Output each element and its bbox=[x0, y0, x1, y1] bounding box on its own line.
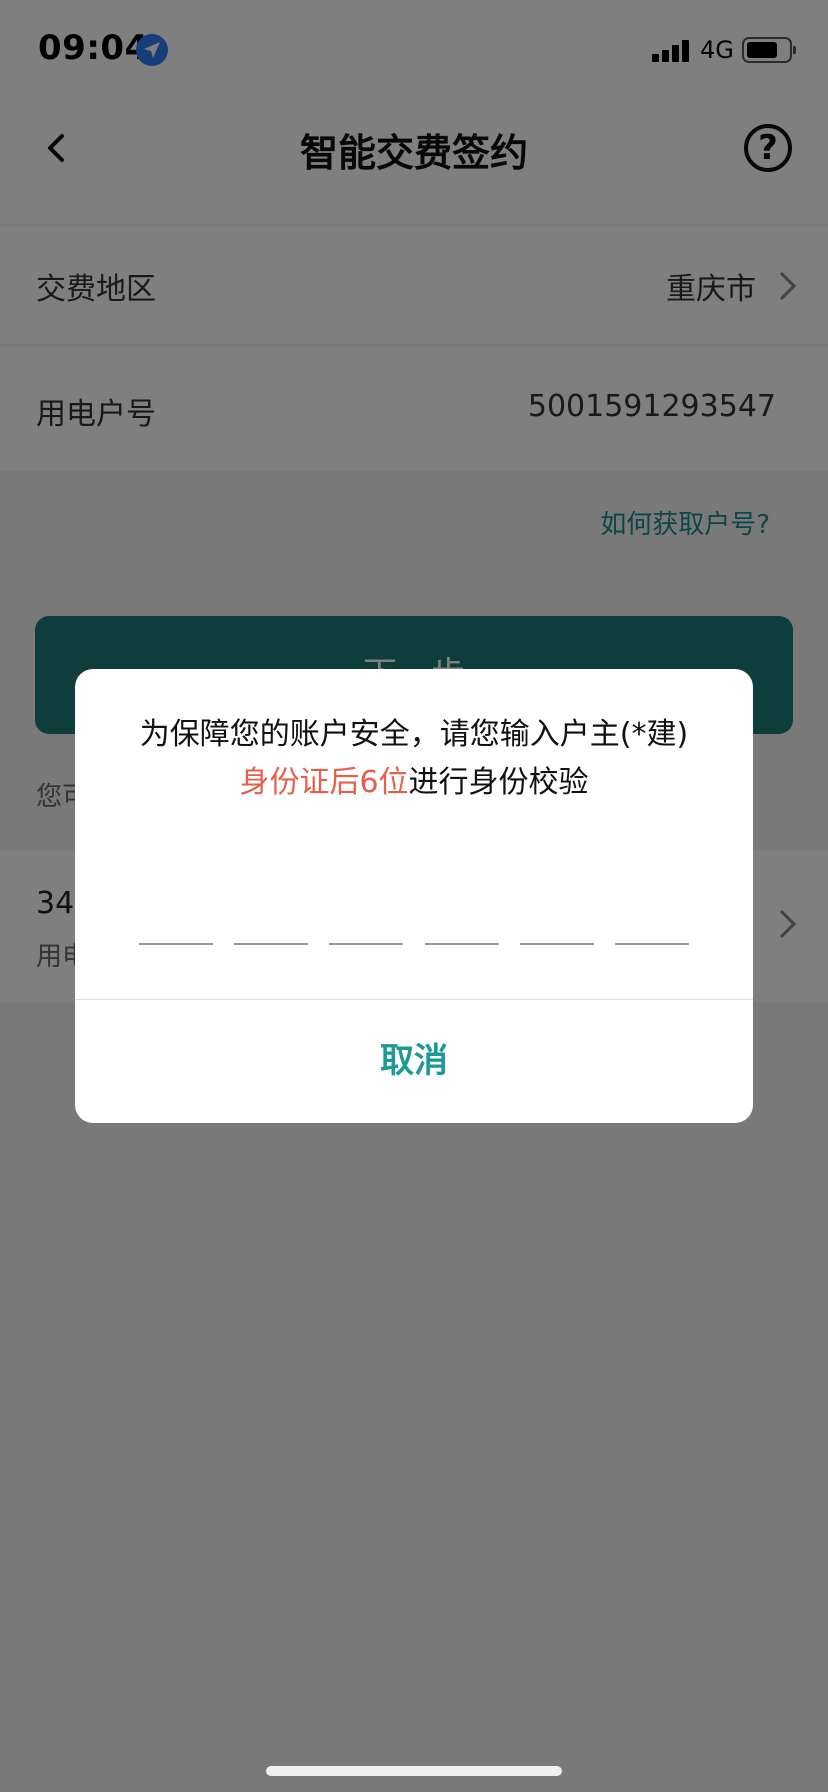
screen: 09:04 4G 智能交费签约 ? 交费地区 重庆市 用电户号 50015912… bbox=[0, 0, 828, 1792]
home-indicator[interactable] bbox=[266, 1766, 562, 1776]
dialog-highlight: 身份证后6位 bbox=[239, 765, 409, 800]
pin-slot[interactable] bbox=[520, 943, 594, 945]
pin-slot[interactable] bbox=[139, 943, 213, 945]
dialog-message-suffix: 进行身份校验 bbox=[408, 765, 589, 800]
id-verify-dialog: 为保障您的账户安全，请您输入户主(*建) 身份证后6位进行身份校验 取消 bbox=[75, 669, 753, 1123]
pin-input[interactable] bbox=[139, 943, 689, 947]
pin-slot[interactable] bbox=[234, 943, 308, 945]
pin-slot[interactable] bbox=[425, 943, 499, 945]
pin-slot[interactable] bbox=[615, 943, 689, 945]
cancel-button[interactable]: 取消 bbox=[75, 1000, 753, 1123]
dialog-message-line1: 为保障您的账户安全，请您输入户主(*建) bbox=[139, 717, 689, 752]
pin-slot[interactable] bbox=[329, 943, 403, 945]
dialog-message-line2: 身份证后6位进行身份校验 bbox=[105, 759, 723, 807]
dialog-message: 为保障您的账户安全，请您输入户主(*建) 身份证后6位进行身份校验 bbox=[105, 711, 723, 807]
